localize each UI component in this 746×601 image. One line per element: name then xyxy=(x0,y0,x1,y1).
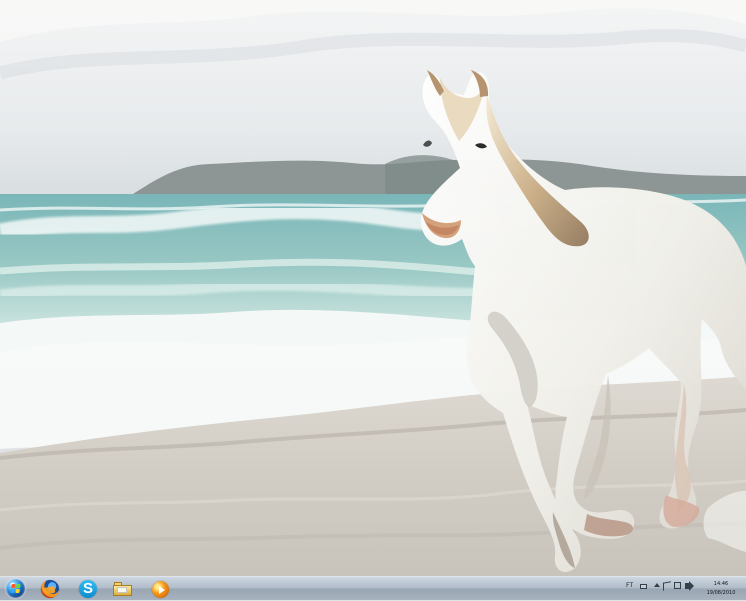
firefox-icon xyxy=(41,580,59,598)
taskbar-media-player-button[interactable] xyxy=(145,578,175,600)
taskbar-skype-button[interactable]: S xyxy=(74,578,104,600)
windows-logo-red-quadrant xyxy=(11,584,16,588)
volume-icon[interactable] xyxy=(685,581,694,591)
folder-icon xyxy=(113,582,132,596)
taskbar-windows-explorer-button[interactable] xyxy=(108,578,138,600)
beach-horse-wallpaper xyxy=(0,0,746,576)
windows-logo-green-quadrant xyxy=(16,584,21,588)
taskbar-firefox-button[interactable] xyxy=(36,578,66,600)
windows-logo-yellow-quadrant xyxy=(15,589,20,593)
windows-logo-blue-quadrant xyxy=(10,589,15,593)
media-player-icon xyxy=(152,581,169,598)
taskbar-clock[interactable]: 14:46 19/08/2010 xyxy=(702,579,740,599)
skype-icon: S xyxy=(79,580,97,598)
network-icon[interactable] xyxy=(674,582,681,589)
keyboard-icon[interactable] xyxy=(640,584,647,589)
clock-time: 14:46 xyxy=(713,581,729,587)
folder-paper-icon-part xyxy=(117,587,127,593)
desktop xyxy=(0,0,746,576)
system-tray: FT 14:46 19/08/2010 xyxy=(620,577,742,601)
start-button[interactable] xyxy=(2,578,30,600)
language-indicator[interactable]: FT xyxy=(626,581,638,590)
show-hidden-icons-icon[interactable] xyxy=(654,583,660,587)
action-center-flag-icon[interactable] xyxy=(663,581,671,591)
windows-logo-icon xyxy=(10,584,21,593)
play-icon xyxy=(159,586,165,594)
clock-date: 19/08/2010 xyxy=(706,590,736,596)
windows-taskbar: S FT 14:46 19/08/2010 xyxy=(0,576,746,600)
